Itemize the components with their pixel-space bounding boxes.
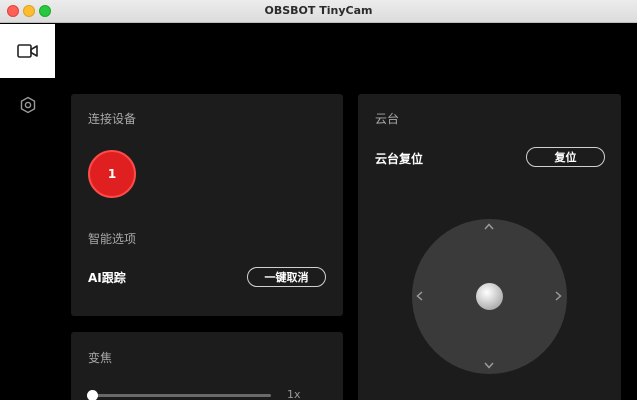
hexagon-settings-icon: [20, 96, 35, 114]
one-click-cancel-button[interactable]: 一键取消: [247, 267, 326, 287]
connect-device-panel: 连接设备 1 智能选项 AI跟踪 一键取消: [71, 94, 343, 316]
zoom-panel: 变焦 1x: [71, 332, 343, 400]
sidebar-item-settings[interactable]: [0, 89, 55, 121]
zoom-title: 变焦: [88, 351, 113, 365]
ai-tracking-label: AI跟踪: [88, 271, 126, 285]
connect-device-title: 连接设备: [88, 112, 137, 126]
zoom-value: 1x: [287, 388, 301, 400]
gimbal-reset-label: 云台复位: [375, 152, 424, 166]
smart-options-title: 智能选项: [88, 232, 137, 246]
sidebar-item-camera[interactable]: [0, 24, 55, 78]
zoom-slider-track[interactable]: [91, 394, 271, 397]
sidebar: [0, 23, 55, 400]
video-camera-icon: [16, 44, 38, 58]
zoom-slider-handle[interactable]: [87, 390, 98, 400]
gimbal-panel: 云台 云台复位 复位: [358, 94, 621, 400]
joystick-knob[interactable]: [476, 283, 503, 310]
chevron-left-icon[interactable]: [416, 291, 423, 301]
device-1-button[interactable]: 1: [88, 150, 136, 198]
window-title: OBSBOT TinyCam: [264, 4, 373, 17]
gimbal-joystick[interactable]: [412, 219, 567, 374]
title-bar: OBSBOT TinyCam: [0, 0, 637, 23]
gimbal-title: 云台: [375, 112, 400, 126]
chevron-down-icon[interactable]: [484, 362, 494, 369]
chevron-right-icon[interactable]: [555, 291, 562, 301]
chevron-up-icon[interactable]: [484, 223, 494, 230]
gimbal-reset-button[interactable]: 复位: [526, 147, 605, 167]
